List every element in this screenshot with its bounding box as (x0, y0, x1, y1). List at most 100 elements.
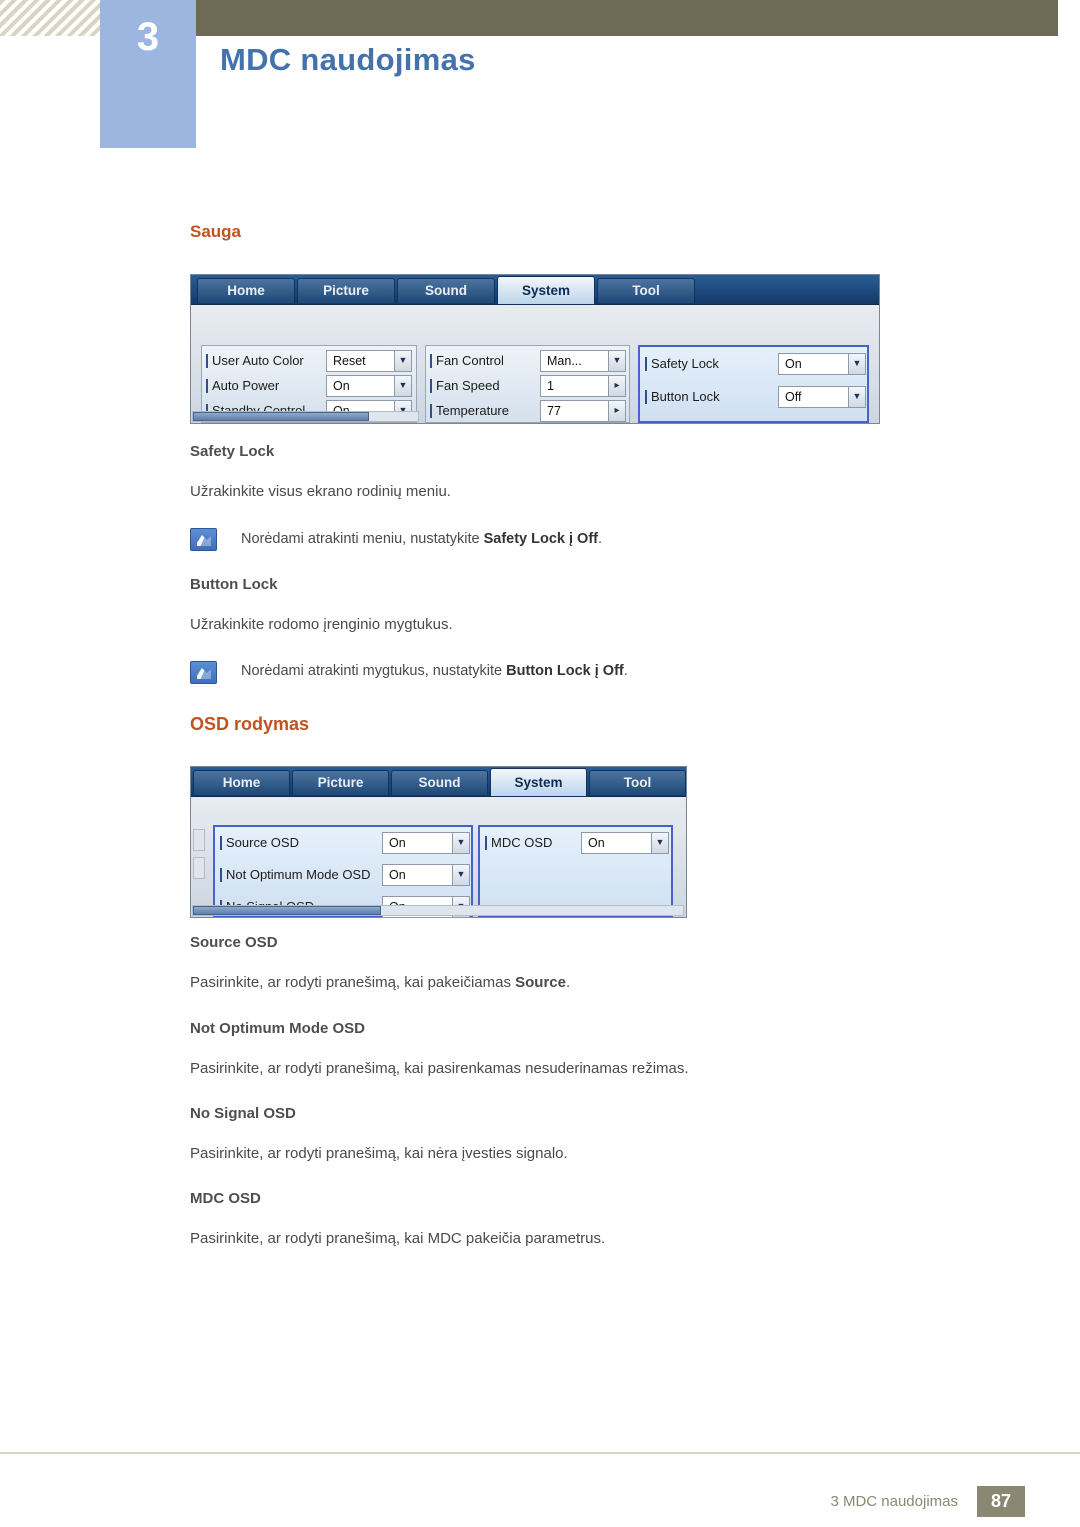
mdc-tab-bar: Home Picture Sound System Tool (191, 275, 879, 305)
paragraph-button-lock: Užrakinkite rodomo įrenginio mygtukus. (190, 616, 453, 633)
subheading-mdc-osd: MDC OSD (190, 1190, 261, 1207)
row-label: Button Lock (643, 385, 720, 409)
tab-tool[interactable]: Tool (589, 770, 686, 795)
dropdown-fan-control[interactable]: Man... ▼ (540, 350, 626, 372)
tab-picture[interactable]: Picture (292, 770, 389, 795)
section-heading-osd: OSD rodymas (190, 714, 310, 734)
paragraph-text-bold: Source (515, 974, 566, 991)
row-auto-power: Auto Power On ▼ (204, 374, 414, 398)
scrollbar-thumb[interactable] (193, 412, 369, 421)
page-number-box: 87 (977, 1486, 1025, 1517)
spinner-fan-speed[interactable]: 1 ▸ (540, 375, 626, 397)
section-heading-sauga: Sauga (190, 222, 242, 241)
row-mdc-osd: MDC OSD On ▼ (483, 831, 671, 855)
row-label: MDC OSD (483, 831, 552, 855)
row-button-lock: Button Lock Off ▼ (643, 385, 867, 409)
mdc-system-window: Home Picture Sound System Tool User Auto… (190, 274, 880, 424)
subheading-no-signal-osd: No Signal OSD (190, 1105, 296, 1122)
dropdown-auto-power[interactable]: On ▼ (326, 375, 412, 397)
tab-sound[interactable]: Sound (391, 770, 488, 795)
header-stripe-decoration (0, 0, 100, 36)
page-title: MDC naudojimas (220, 42, 476, 77)
chevron-down-icon[interactable]: ▼ (651, 833, 668, 853)
note-text-pre: Norėdami atrakinti mygtukus, nustatykite (241, 663, 507, 679)
panel-collapsed-stub-bottom[interactable] (193, 857, 205, 879)
note-text-bold: Button Lock į Off (506, 663, 624, 679)
note-safety-lock: Norėdami atrakinti meniu, nustatykite Sa… (241, 531, 602, 547)
panel-security-selected: Safety Lock On ▼ Button Lock Off ▼ (638, 345, 869, 423)
chevron-down-icon[interactable]: ▼ (848, 387, 865, 407)
scrollbar-thumb[interactable] (193, 906, 381, 915)
paragraph-not-optimum-mode-osd: Pasirinkite, ar rodyti pranešimą, kai pa… (190, 1060, 689, 1077)
chevron-down-icon[interactable]: ▼ (452, 833, 469, 853)
spinner-stepper-icon[interactable]: ▸ (608, 401, 625, 421)
paragraph-text-pre: Pasirinkite, ar rodyti pranešimą, kai pa… (190, 974, 516, 991)
spinner-value: 1 (547, 379, 554, 393)
row-source-osd: Source OSD On ▼ (218, 831, 472, 855)
tab-tool[interactable]: Tool (597, 278, 695, 303)
row-safety-lock: Safety Lock On ▼ (643, 352, 867, 376)
chevron-down-icon[interactable]: ▼ (608, 351, 625, 371)
tab-home[interactable]: Home (193, 770, 290, 795)
row-label: Temperature (428, 399, 509, 423)
dropdown-safety-lock[interactable]: On ▼ (778, 353, 866, 375)
note-text-pre: Norėdami atrakinti meniu, nustatykite (241, 531, 484, 547)
tab-sound[interactable]: Sound (397, 278, 495, 303)
dropdown-value: Man... (547, 354, 582, 368)
horizontal-scrollbar[interactable] (192, 905, 684, 916)
chevron-down-icon[interactable]: ▼ (394, 376, 411, 396)
row-label: Fan Control (428, 349, 504, 373)
tab-home[interactable]: Home (197, 278, 295, 303)
paragraph-source-osd: Pasirinkite, ar rodyti pranešimą, kai pa… (190, 974, 570, 991)
row-temperature: Temperature 77 ▸ (428, 399, 628, 423)
mdc-body: Source OSD On ▼ Not Optimum Mode OSD On … (191, 797, 686, 918)
chevron-down-icon[interactable]: ▼ (848, 354, 865, 374)
mdc-tab-bar: Home Picture Sound System Tool (191, 767, 686, 797)
tab-system[interactable]: System (490, 768, 587, 797)
note-icon (190, 661, 217, 684)
row-label: Not Optimum Mode OSD (218, 863, 371, 887)
mdc-body: User Auto Color Reset ▼ Auto Power On ▼ … (191, 305, 879, 423)
row-fan-speed: Fan Speed 1 ▸ (428, 374, 628, 398)
paragraph-text-post: . (566, 974, 571, 991)
dropdown-value: On (389, 836, 406, 850)
note-text-post: . (598, 531, 603, 547)
note-icon (190, 528, 217, 551)
panel-osd-right-selected: MDC OSD On ▼ (478, 825, 673, 917)
panel-fan-temperature: Fan Control Man... ▼ Fan Speed 1 ▸ Tempe… (425, 345, 630, 423)
dropdown-mdc-osd[interactable]: On ▼ (581, 832, 669, 854)
row-label: Safety Lock (643, 352, 719, 376)
row-user-auto-color: User Auto Color Reset ▼ (204, 349, 414, 373)
paragraph-mdc-osd: Pasirinkite, ar rodyti pranešimą, kai MD… (190, 1230, 606, 1247)
note-text-post: . (623, 663, 628, 679)
spinner-temperature[interactable]: 77 ▸ (540, 400, 626, 422)
row-label: User Auto Color (204, 349, 304, 373)
subheading-not-optimum-mode-osd: Not Optimum Mode OSD (190, 1020, 365, 1037)
row-not-optimum-mode-osd: Not Optimum Mode OSD On ▼ (218, 863, 472, 887)
panel-osd-left-selected: Source OSD On ▼ Not Optimum Mode OSD On … (213, 825, 473, 918)
dropdown-not-optimum-mode-osd[interactable]: On ▼ (382, 864, 470, 886)
spinner-value: 77 (547, 404, 561, 418)
dropdown-source-osd[interactable]: On ▼ (382, 832, 470, 854)
dropdown-user-auto-color[interactable]: Reset ▼ (326, 350, 412, 372)
dropdown-value: On (389, 868, 406, 882)
chevron-down-icon[interactable]: ▼ (452, 865, 469, 885)
subheading-source-osd: Source OSD (190, 934, 278, 951)
spinner-stepper-icon[interactable]: ▸ (608, 376, 625, 396)
panel-collapsed-stub-top[interactable] (193, 829, 205, 851)
dropdown-value: On (333, 379, 350, 393)
paragraph-no-signal-osd: Pasirinkite, ar rodyti pranešimą, kai nė… (190, 1145, 568, 1162)
paragraph-safety-lock: Užrakinkite visus ekrano rodinių meniu. (190, 483, 451, 500)
dropdown-button-lock[interactable]: Off ▼ (778, 386, 866, 408)
tab-picture[interactable]: Picture (297, 278, 395, 303)
dropdown-value: On (588, 836, 605, 850)
row-fan-control: Fan Control Man... ▼ (428, 349, 628, 373)
subheading-safety-lock: Safety Lock (190, 443, 275, 460)
note-text-bold: Safety Lock į Off (483, 531, 598, 547)
horizontal-scrollbar[interactable] (192, 411, 419, 422)
dropdown-value: Off (785, 390, 802, 404)
chevron-down-icon[interactable]: ▼ (394, 351, 411, 371)
tab-system[interactable]: System (497, 276, 595, 305)
row-label: Source OSD (218, 831, 299, 855)
dropdown-value: Reset (333, 354, 366, 368)
